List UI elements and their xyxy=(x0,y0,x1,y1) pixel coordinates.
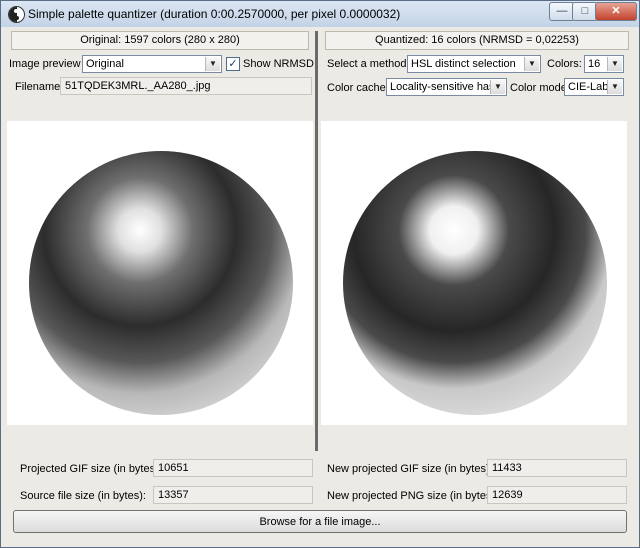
show-nrmsd-label: Show NRMSD xyxy=(243,58,314,70)
color-model-label: Color model xyxy=(510,82,570,94)
color-model-value: CIE-Lab xyxy=(568,81,609,93)
colors-select[interactable]: 16 ▼ xyxy=(584,55,624,73)
quantized-header: Quantized: 16 colors (NRMSD = 0,02253) xyxy=(325,31,629,50)
new-gif-size-field: 11433 xyxy=(487,459,627,477)
method-value: HSL distinct selection xyxy=(411,58,516,70)
color-cache-select[interactable]: Locality-sensitive hash ▼ xyxy=(386,78,507,96)
gif-size-field: 10651 xyxy=(153,459,313,477)
app-window: Simple palette quantizer (duration 0:00.… xyxy=(0,0,640,548)
new-gif-size-value: 11433 xyxy=(492,462,522,474)
quantized-sphere-image xyxy=(343,151,607,415)
window-title: Simple palette quantizer (duration 0:00.… xyxy=(28,7,401,21)
chevron-down-icon: ▼ xyxy=(205,57,220,71)
quantized-image-area xyxy=(321,121,627,425)
original-panel: Original: 1597 colors (280 x 280) Image … xyxy=(7,29,314,121)
gif-size-value: 10651 xyxy=(158,462,189,474)
filename-value: 51TQDEK3MRL._AA280_.jpg xyxy=(65,80,211,92)
method-label: Select a method: xyxy=(327,58,410,70)
source-size-value: 13357 xyxy=(158,489,189,501)
source-size-label: Source file size (in bytes): xyxy=(20,490,146,502)
original-header: Original: 1597 colors (280 x 280) xyxy=(11,31,309,50)
method-select[interactable]: HSL distinct selection ▼ xyxy=(407,55,541,73)
show-nrmsd-checkbox[interactable]: ✓ xyxy=(226,57,240,71)
original-sphere-image xyxy=(29,151,293,415)
color-model-select[interactable]: CIE-Lab ▼ xyxy=(564,78,624,96)
filename-field[interactable]: 51TQDEK3MRL._AA280_.jpg xyxy=(60,77,312,95)
color-cache-label: Color cache: xyxy=(327,82,389,94)
new-png-size-value: 12639 xyxy=(492,489,523,501)
colors-label: Colors: xyxy=(547,58,582,70)
chevron-down-icon: ▼ xyxy=(607,80,622,94)
filename-label: Filename xyxy=(15,81,61,93)
new-gif-size-label: New projected GIF size (in bytes): xyxy=(327,463,493,475)
gif-size-label: Projected GIF size (in bytes): xyxy=(20,463,162,475)
chevron-down-icon: ▼ xyxy=(524,57,539,71)
browse-button[interactable]: Browse for a file image... xyxy=(13,510,627,533)
new-png-size-field: 12639 xyxy=(487,486,627,504)
image-preview-select[interactable]: Original ▼ xyxy=(82,55,222,73)
image-preview-label: Image preview xyxy=(9,58,81,70)
colors-value: 16 xyxy=(588,58,601,70)
close-button[interactable]: ✕ xyxy=(595,2,637,21)
original-image-area xyxy=(7,121,313,425)
panel-splitter[interactable] xyxy=(315,31,318,451)
image-preview-value: Original xyxy=(86,58,124,70)
color-cache-value: Locality-sensitive hash xyxy=(390,81,501,93)
stats-area: Projected GIF size (in bytes): 10651 Sou… xyxy=(7,453,633,543)
chevron-down-icon: ▼ xyxy=(607,57,622,71)
chevron-down-icon: ▼ xyxy=(490,80,505,94)
quantized-panel: Quantized: 16 colors (NRMSD = 0,02253) S… xyxy=(321,29,633,121)
source-size-field: 13357 xyxy=(153,486,313,504)
title-bar[interactable]: Simple palette quantizer (duration 0:00.… xyxy=(1,1,639,27)
yin-yang-icon xyxy=(8,6,25,23)
new-png-size-label: New projected PNG size (in bytes): xyxy=(327,490,499,502)
